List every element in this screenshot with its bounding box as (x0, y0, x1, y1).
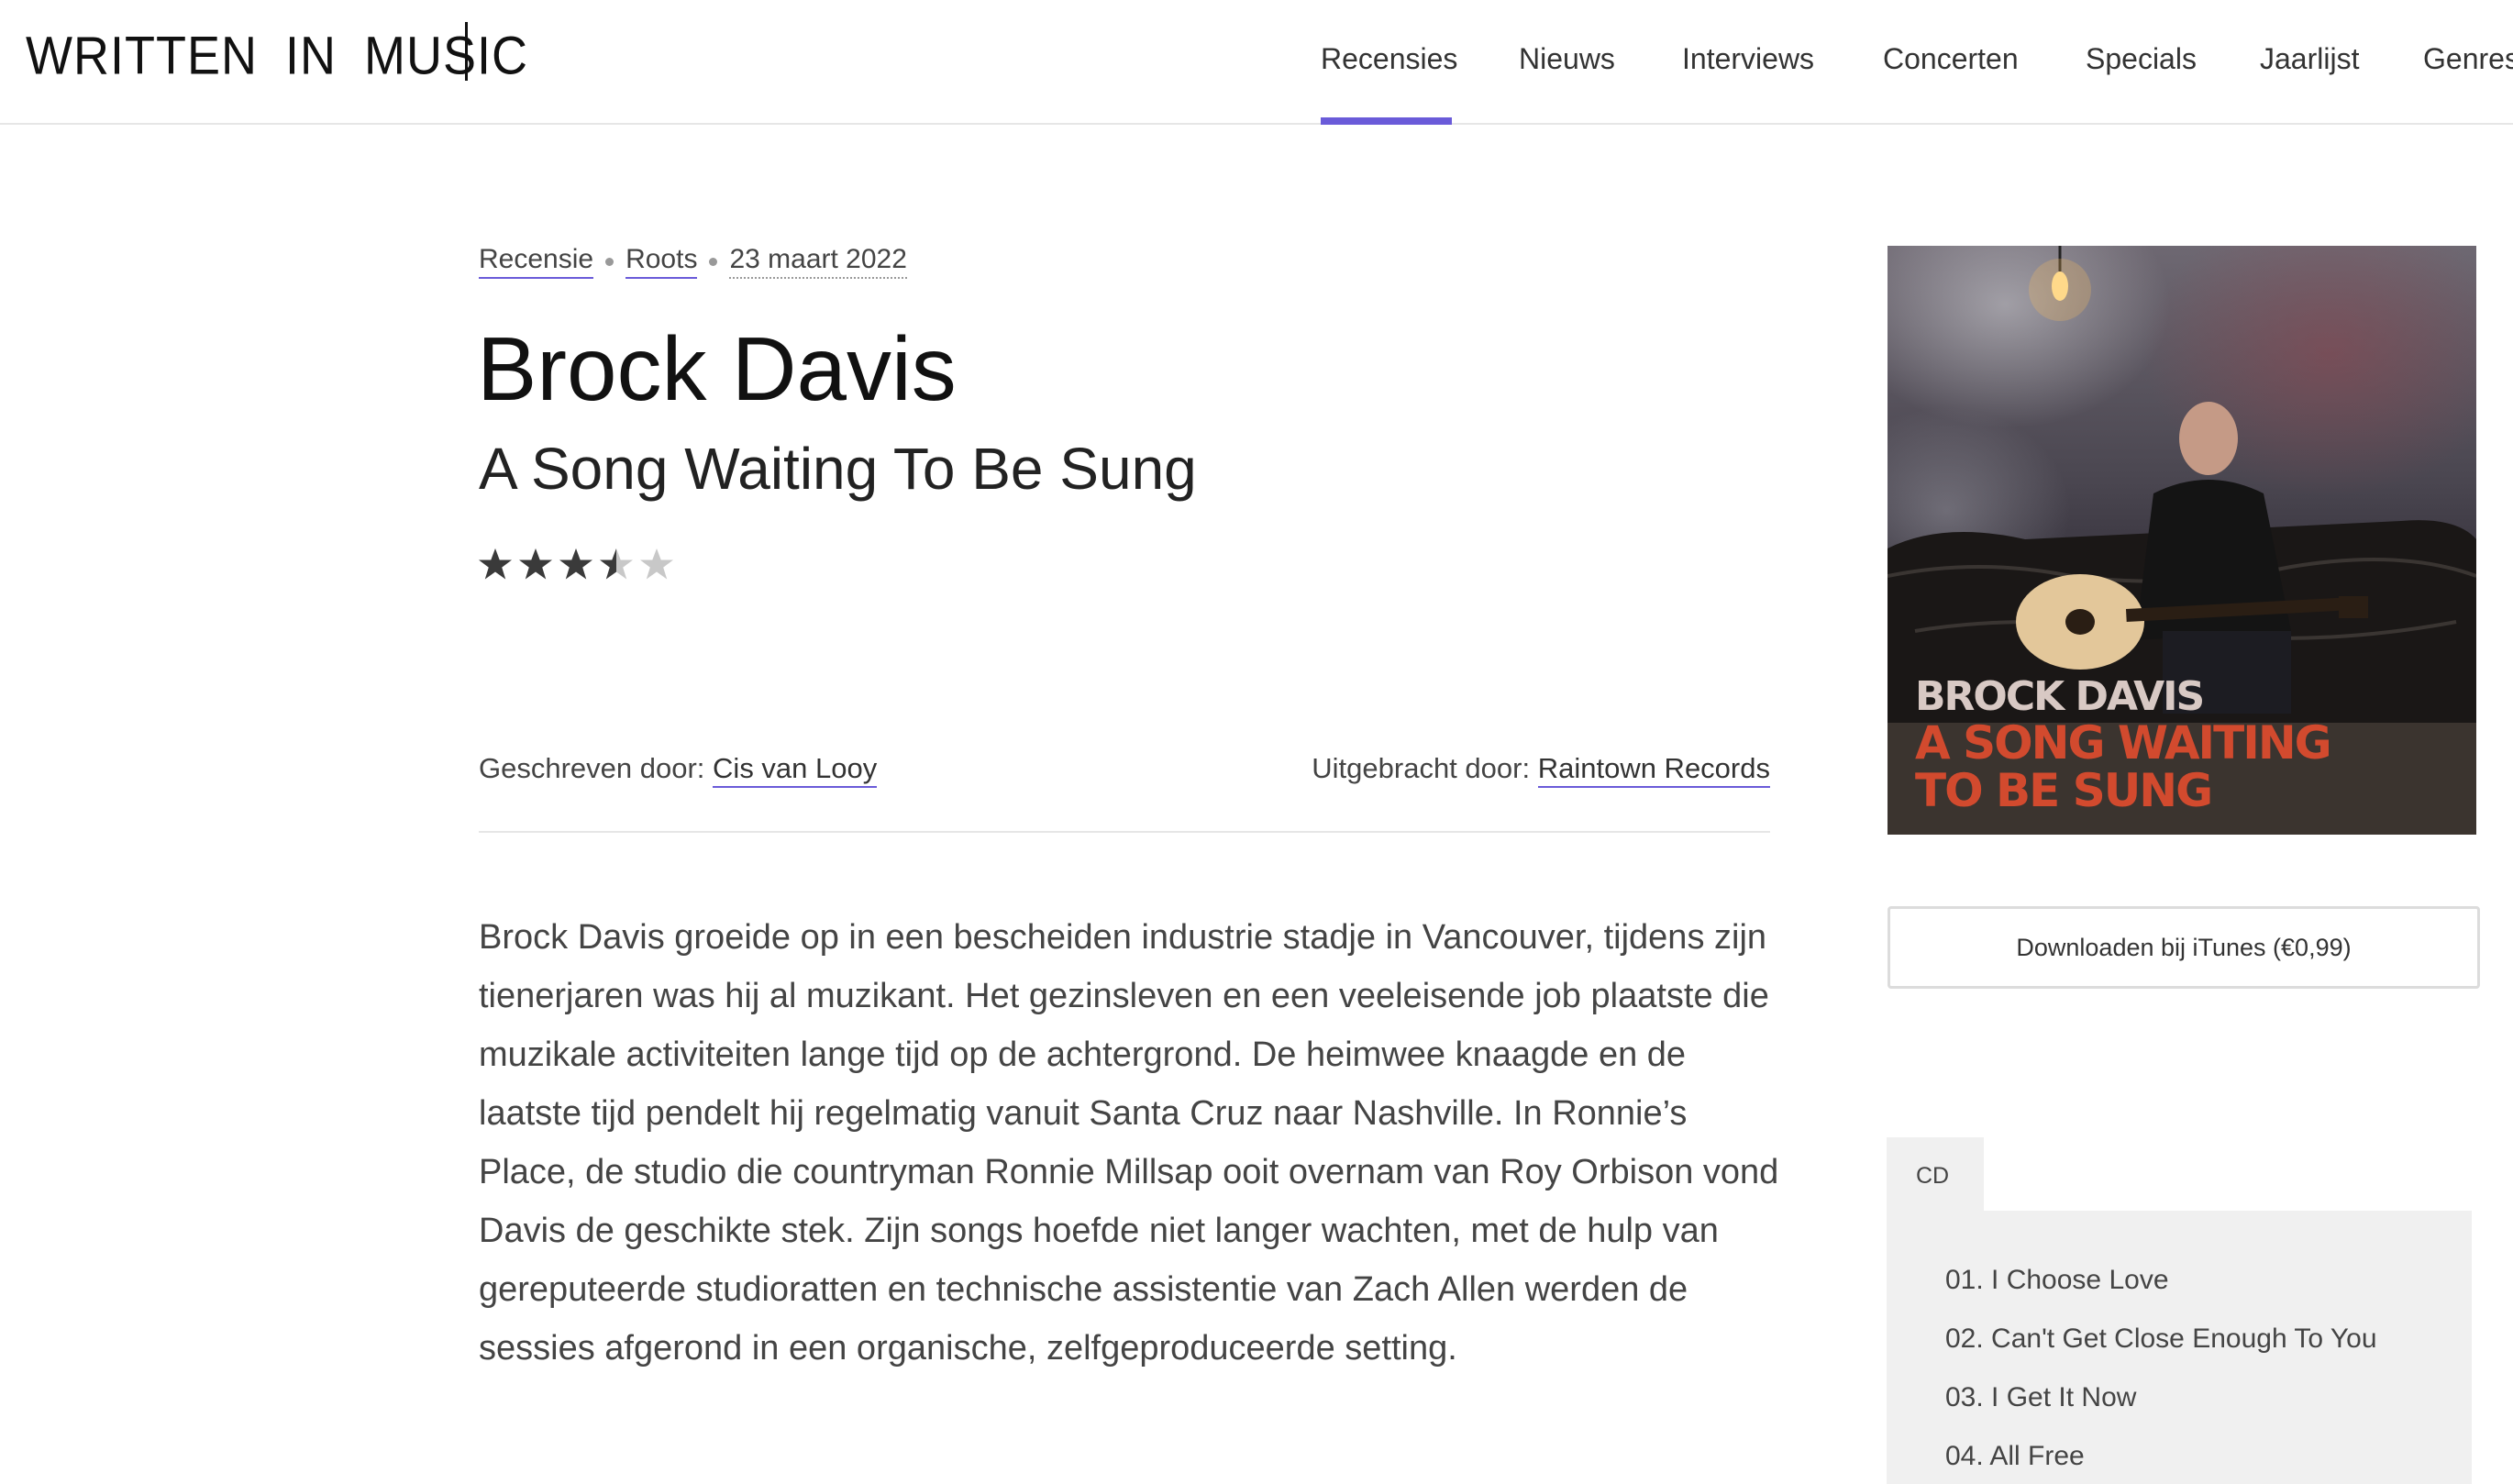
cover-artist-text: BROCK DAVIS (1915, 673, 2205, 720)
nav-recensies[interactable]: Recensies (1321, 35, 1457, 83)
article-divider (479, 831, 1770, 833)
nav-concerten[interactable]: Concerten (1883, 35, 2019, 83)
author-label: Geschreven door: (479, 752, 705, 784)
itunes-download-button[interactable]: Downloaden bij iTunes (€0,99) (1888, 906, 2480, 989)
album-cover[interactable]: BROCK DAVIS A SONG WAITING TO BE SUNG (1888, 246, 2476, 835)
label-label: Uitgebracht door: (1312, 752, 1531, 784)
article-meta: Recensie Roots 23 maart 2022 (479, 244, 907, 279)
cover-album-line1: A SONG WAITING (1915, 716, 2332, 770)
star-filled-icon (519, 548, 552, 580)
meta-date: 23 maart 2022 (729, 244, 907, 279)
record-label-link[interactable]: Raintown Records (1537, 752, 1770, 788)
nav-active-indicator (1321, 117, 1452, 125)
site-header: WRITTEN IN MUSIC Recensies Nieuws Interv… (0, 0, 2513, 125)
track-item[interactable]: 03. I Get It Now (1945, 1379, 2136, 1416)
star-rating (477, 547, 675, 583)
nav-jaarlijst[interactable]: Jaarlijst (2260, 35, 2359, 83)
star-filled-icon (559, 548, 592, 580)
author-link[interactable]: Cis van Looy (713, 752, 878, 788)
nav-interviews[interactable]: Interviews (1682, 35, 1814, 83)
meta-type-link[interactable]: Recensie (479, 244, 594, 279)
star-empty-icon (640, 548, 673, 580)
tab-cd[interactable]: CD (1887, 1137, 1984, 1211)
meta-separator (709, 257, 718, 266)
meta-separator (605, 257, 614, 266)
nav-nieuws[interactable]: Nieuws (1519, 35, 1615, 83)
star-filled-icon (479, 548, 512, 580)
track-item[interactable]: 01. I Choose Love (1945, 1262, 2169, 1299)
meta-genre-link[interactable]: Roots (625, 244, 698, 279)
logo-cursor (465, 22, 468, 81)
star-half-icon (600, 548, 633, 580)
nav-specials[interactable]: Specials (2086, 35, 2197, 83)
article-body: Brock Davis groeide op in een bescheiden… (479, 918, 1779, 1368)
nav-genres[interactable]: Genres (2423, 35, 2513, 83)
artist-title: Brock Davis (477, 318, 957, 419)
cover-album-line2: TO BE SUNG (1915, 764, 2213, 817)
track-item[interactable]: 02. Can't Get Close Enough To You (1945, 1321, 2377, 1357)
cover-text: BROCK DAVIS A SONG WAITING TO BE SUNG (1915, 673, 2332, 817)
album-title: A Song Waiting To Be Sung (479, 436, 1197, 502)
author-byline: Geschreven door: Cis van Looy (479, 745, 878, 792)
tracklist: 01. I Choose Love 02. Can't Get Close En… (1887, 1211, 2472, 1484)
site-logo[interactable]: WRITTEN IN MUSIC (26, 21, 528, 91)
label-byline: Uitgebracht door: Raintown Records (1312, 745, 1770, 792)
track-item[interactable]: 04. All Free (1945, 1438, 2085, 1475)
